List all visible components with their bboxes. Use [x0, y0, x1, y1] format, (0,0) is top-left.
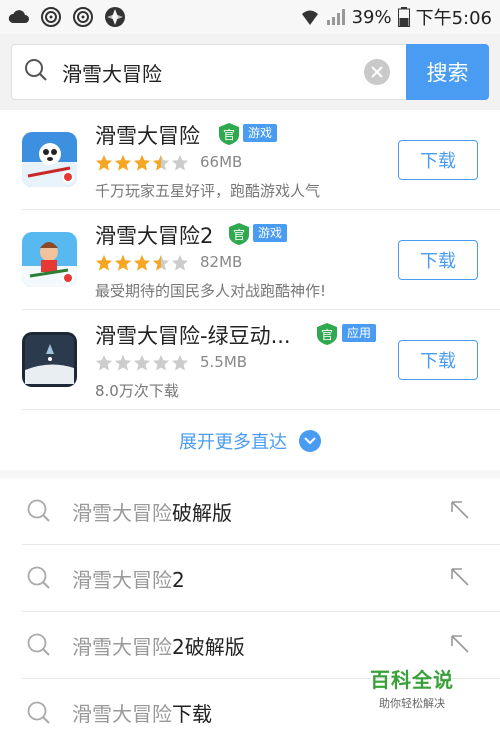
search-icon — [24, 58, 48, 86]
spiral-icon — [40, 6, 62, 28]
star-icon — [171, 154, 189, 171]
battery-percent: 39% — [351, 6, 392, 28]
official-badge-icon: 官 — [218, 122, 240, 146]
fill-arrow-icon[interactable] — [448, 565, 472, 589]
chevron-down-icon — [299, 430, 321, 452]
app-name[interactable]: 滑雪大冒险2 — [95, 220, 213, 250]
star-icon — [114, 254, 132, 271]
app-icon[interactable] — [22, 332, 77, 387]
wifi-icon — [300, 8, 320, 26]
star-icon — [95, 254, 113, 271]
suggestion-text: 滑雪大冒险破解版 — [72, 500, 232, 525]
app-result-row[interactable]: 滑雪大冒险-绿豆动... 官 应用 5.5MB 8.0万次下载 下载 — [22, 310, 500, 410]
category-badge: 游戏 — [243, 124, 278, 142]
watermark-logo: 百科全说 助你轻松解决 — [356, 664, 468, 714]
app-description: 千万玩家五星好评，跑酷游戏人气 — [95, 182, 321, 200]
app-size: 82MB — [200, 253, 243, 271]
star-icon — [133, 154, 151, 171]
aperture-icon — [104, 6, 126, 28]
search-icon — [26, 498, 52, 524]
svg-text:官: 官 — [321, 327, 333, 342]
signal-icon — [326, 8, 346, 26]
app-description: 最受期待的国民多人对战跑酷神作! — [95, 282, 327, 300]
app-icon[interactable] — [22, 232, 77, 287]
star-icon — [95, 354, 113, 371]
category-badge: 游戏 — [253, 224, 288, 242]
star-icon — [152, 354, 170, 371]
clear-icon[interactable] — [364, 59, 390, 85]
star-rating — [95, 154, 189, 172]
app-result-row[interactable]: 滑雪大冒险2 官 游戏 82MB 最受期待的国民多人对战跑酷神作! 下载 — [22, 210, 500, 310]
results-list: 滑雪大冒险 官 游戏 66MB 千万玩家五星好评，跑酷游戏人气 下载 滑雪大冒险… — [0, 110, 500, 738]
search-suggestion[interactable]: 滑雪大冒险破解版 — [22, 478, 500, 545]
star-icon — [114, 154, 132, 171]
app-description: 8.0万次下载 — [95, 382, 179, 400]
battery-icon — [397, 7, 410, 27]
star-icon — [152, 154, 170, 171]
search-suggestion[interactable]: 滑雪大冒险2 — [22, 545, 500, 612]
expand-more-label: 展开更多直达 — [179, 432, 287, 453]
search-query: 滑雪大冒险 — [62, 61, 162, 86]
search-input[interactable]: 滑雪大冒险 — [11, 44, 407, 100]
star-rating — [95, 254, 189, 272]
search-button[interactable]: 搜索 — [406, 44, 489, 100]
search-bar: 滑雪大冒险 搜索 — [0, 34, 500, 110]
svg-text:官: 官 — [223, 127, 235, 142]
fill-arrow-icon[interactable] — [448, 632, 472, 656]
search-icon — [26, 700, 52, 726]
category-badge: 应用 — [342, 324, 377, 342]
official-badge-icon: 官 — [228, 222, 250, 246]
star-icon — [171, 254, 189, 271]
star-icon — [152, 254, 170, 271]
search-icon — [26, 565, 52, 591]
app-size: 5.5MB — [200, 353, 248, 371]
expand-more-button[interactable]: 展开更多直达 — [0, 412, 500, 478]
app-name[interactable]: 滑雪大冒险-绿豆动... — [95, 320, 291, 350]
watermark-subtitle: 助你轻松解决 — [379, 697, 445, 710]
star-icon — [114, 354, 132, 371]
official-badge-icon: 官 — [316, 322, 338, 346]
star-icon — [171, 354, 189, 371]
download-button[interactable]: 下载 — [398, 340, 478, 380]
fill-arrow-icon[interactable] — [448, 498, 472, 522]
suggestion-text: 滑雪大冒险2破解版 — [72, 634, 245, 659]
spiral-icon-2 — [72, 6, 94, 28]
app-icon[interactable] — [22, 132, 77, 187]
app-size: 66MB — [200, 153, 243, 171]
star-icon — [95, 154, 113, 171]
status-bar: 39% 下午5:06 — [0, 0, 500, 34]
suggestion-text: 滑雪大冒险下载 — [72, 702, 212, 726]
watermark-title: 百科全说 — [370, 668, 454, 692]
suggestion-text: 滑雪大冒险2 — [72, 567, 185, 592]
star-rating — [95, 354, 189, 372]
clock: 下午5:06 — [415, 8, 492, 29]
app-name[interactable]: 滑雪大冒险 — [95, 120, 200, 150]
download-button[interactable]: 下载 — [398, 240, 478, 280]
download-button[interactable]: 下载 — [398, 140, 478, 180]
app-result-row[interactable]: 滑雪大冒险 官 游戏 66MB 千万玩家五星好评，跑酷游戏人气 下载 — [22, 110, 500, 210]
svg-text:官: 官 — [233, 227, 245, 242]
search-icon — [26, 632, 52, 658]
star-icon — [133, 254, 151, 271]
star-icon — [133, 354, 151, 371]
cloud-icon — [8, 9, 30, 25]
